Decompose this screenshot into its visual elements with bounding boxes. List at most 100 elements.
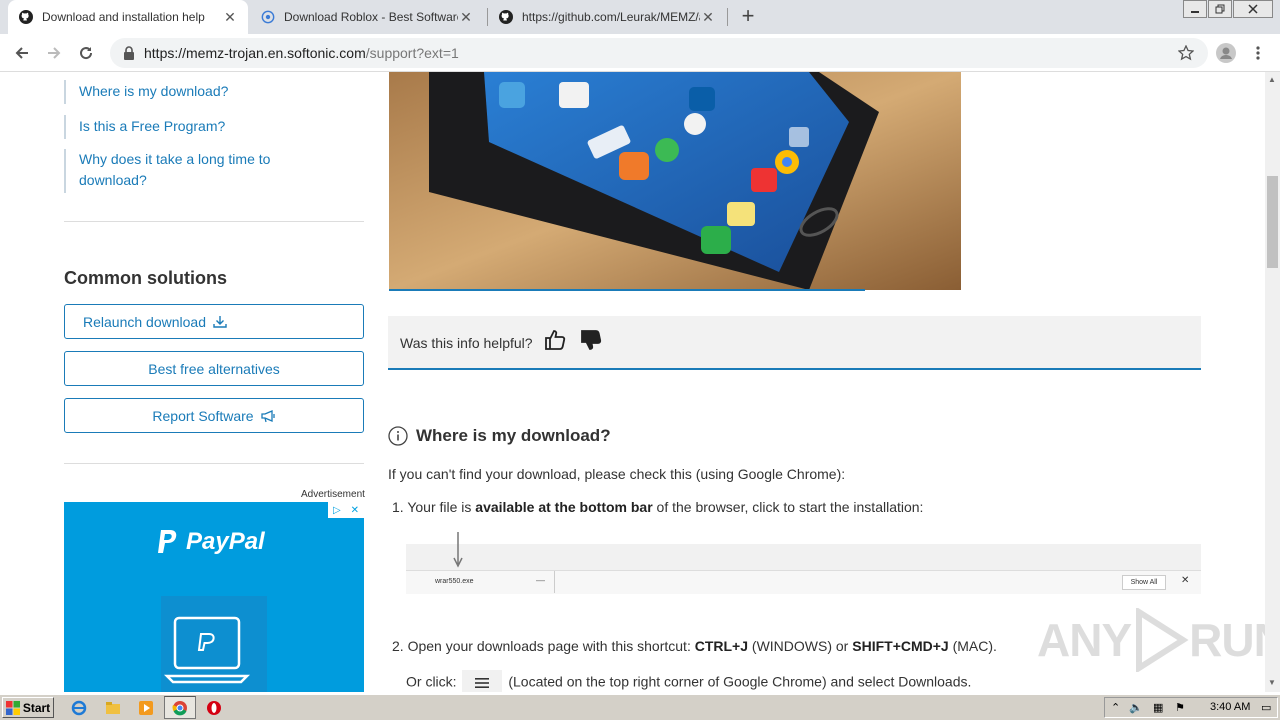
paypal-p-icon [158, 530, 177, 553]
laptop-icon [163, 616, 251, 684]
helpful-feedback-box: Was this info helpful? [388, 316, 1201, 370]
minimize-icon [1191, 11, 1199, 13]
toc-link-free-program[interactable]: Is this a Free Program? [79, 116, 319, 137]
anyrun-watermark: ANY RUN [1037, 608, 1265, 672]
page-scrollbar[interactable]: ▲ ▼ [1265, 72, 1280, 692]
scroll-up-arrow-icon[interactable]: ▲ [1268, 75, 1276, 84]
section-heading: Where is my download? [388, 426, 611, 446]
show-desktop-icon[interactable]: ▭ [1261, 701, 1271, 714]
tab-github-memz[interactable]: https://github.com/Leurak/MEMZ/ar ✕ [488, 0, 726, 34]
close-icon[interactable]: ✕ [458, 9, 474, 25]
step-2-text: 2. Open your downloads page with this sh… [392, 638, 997, 654]
best-free-alternatives-button[interactable]: Best free alternatives [64, 351, 364, 386]
thumbs-down-icon[interactable] [579, 328, 603, 357]
chrome-icon[interactable] [171, 699, 189, 717]
system-tray: ⌃ 🔈 ▦ ⚑ 3:40 AM ▭ [1104, 697, 1278, 718]
paypal-ad[interactable]: ▷ ✕ PayPal [64, 502, 364, 692]
toc-link-where-is-download[interactable]: Where is my download? [79, 81, 319, 102]
tab-download-roblox[interactable]: Download Roblox - Best Software & ✕ [250, 0, 484, 34]
reload-button[interactable] [74, 41, 98, 65]
github-icon [498, 9, 514, 25]
megaphone-icon [260, 409, 276, 423]
bookmark-star-icon[interactable] [1177, 44, 1195, 66]
tab-title: https://github.com/Leurak/MEMZ/ar [522, 10, 700, 24]
scrollbar-thumb[interactable] [1267, 176, 1278, 268]
windows-logo-icon [5, 700, 20, 715]
step-2-suffix: (MAC). [948, 638, 997, 654]
close-icon[interactable]: ✕ [222, 9, 238, 25]
report-software-button[interactable]: Report Software [64, 398, 364, 433]
new-tab-button[interactable]: + [737, 3, 759, 28]
image-progress-line [389, 289, 865, 291]
close-icon[interactable]: ✕ [700, 9, 716, 25]
or-click-text: Or click: (Located on the top right corn… [406, 670, 971, 692]
shortcut-mac: SHIFT+CMD+J [852, 638, 949, 654]
restore-icon [1215, 4, 1225, 14]
window-close-button[interactable] [1233, 0, 1273, 18]
tab-title: Download Roblox - Best Software & [284, 10, 458, 24]
step-1-text: 1. Your file is available at the bottom … [392, 499, 923, 515]
url-path: /support?ext=1 [365, 45, 459, 61]
github-icon [18, 9, 34, 25]
volume-icon[interactable]: 🔈 [1129, 701, 1143, 714]
back-button[interactable] [10, 41, 34, 65]
step-2-mid: (WINDOWS) or [748, 638, 853, 654]
download-more-icon: — [536, 575, 545, 585]
softonic-icon [260, 9, 276, 25]
section-title: Where is my download? [416, 426, 611, 445]
ad-choices-badge[interactable]: ▷ ✕ [328, 502, 364, 518]
toc-indicator [64, 80, 66, 104]
laptop-illustration [161, 596, 267, 692]
reload-icon [80, 47, 93, 60]
divider [64, 463, 364, 464]
button-label: Report Software [152, 407, 254, 424]
step-1-bold: available at the bottom bar [475, 499, 653, 515]
thumbs-up-icon[interactable] [543, 328, 567, 357]
tray-expand-icon[interactable]: ⌃ [1111, 701, 1120, 714]
close-icon: ✕ [1181, 575, 1190, 586]
ad-brand: PayPal [186, 528, 265, 555]
start-button[interactable]: Start [2, 697, 54, 718]
step-2-prefix: 2. Open your downloads page with this sh… [392, 638, 695, 654]
download-icon [212, 315, 228, 329]
hamburger-menu-icon [462, 670, 503, 692]
media-player-icon[interactable] [137, 699, 155, 717]
clock[interactable]: 3:40 AM [1210, 701, 1250, 713]
action-center-flag-icon[interactable]: ⚑ [1175, 701, 1185, 714]
intro-text: If you can't find your download, please … [388, 466, 846, 482]
watermark-text-right: RUN [1189, 614, 1265, 666]
restore-button[interactable] [1208, 0, 1232, 18]
lock-icon [122, 46, 136, 60]
file-explorer-icon[interactable] [104, 699, 122, 717]
common-solutions-heading: Common solutions [64, 268, 227, 288]
minimize-button[interactable] [1183, 0, 1207, 18]
network-icon[interactable]: ▦ [1153, 701, 1163, 714]
forward-button[interactable] [42, 41, 66, 65]
browser-menu-button[interactable] [1246, 41, 1270, 65]
software-screenshot-image [389, 72, 961, 290]
browser-toolbar: https://memz-trojan.en.softonic.com/supp… [0, 34, 1280, 72]
relaunch-download-button[interactable]: Relaunch download [64, 304, 364, 339]
play-icon [1136, 608, 1189, 672]
url-host: https://memz-trojan.en.softonic.com [144, 45, 366, 61]
start-label: Start [22, 700, 51, 715]
tab-download-help[interactable]: Download and installation help ✕ [8, 0, 248, 34]
step-1-prefix: 1. Your file is [392, 499, 476, 515]
divider [64, 221, 364, 222]
step-1-suffix: of the browser, click to start the insta… [652, 499, 924, 515]
arrow-left-icon [15, 47, 28, 59]
page-content: Where is my download? Is this a Free Pro… [0, 72, 1265, 692]
or-click-prefix: Or click: [406, 673, 461, 690]
button-label: Best free alternatives [148, 360, 280, 377]
close-icon: ✕ [350, 504, 360, 516]
internet-explorer-icon[interactable] [70, 699, 88, 717]
paypal-logo: PayPal [156, 528, 265, 556]
opera-icon[interactable] [205, 699, 223, 717]
scroll-down-arrow-icon[interactable]: ▼ [1268, 678, 1276, 687]
address-bar[interactable]: https://memz-trojan.en.softonic.com/supp… [110, 38, 1208, 68]
shortcut-windows: CTRL+J [694, 638, 749, 654]
download-strip [406, 570, 1201, 594]
profile-avatar[interactable] [1214, 41, 1238, 65]
toc-link-long-time[interactable]: Why does it take a long time to download… [79, 149, 289, 191]
avatar-icon [1216, 43, 1236, 63]
